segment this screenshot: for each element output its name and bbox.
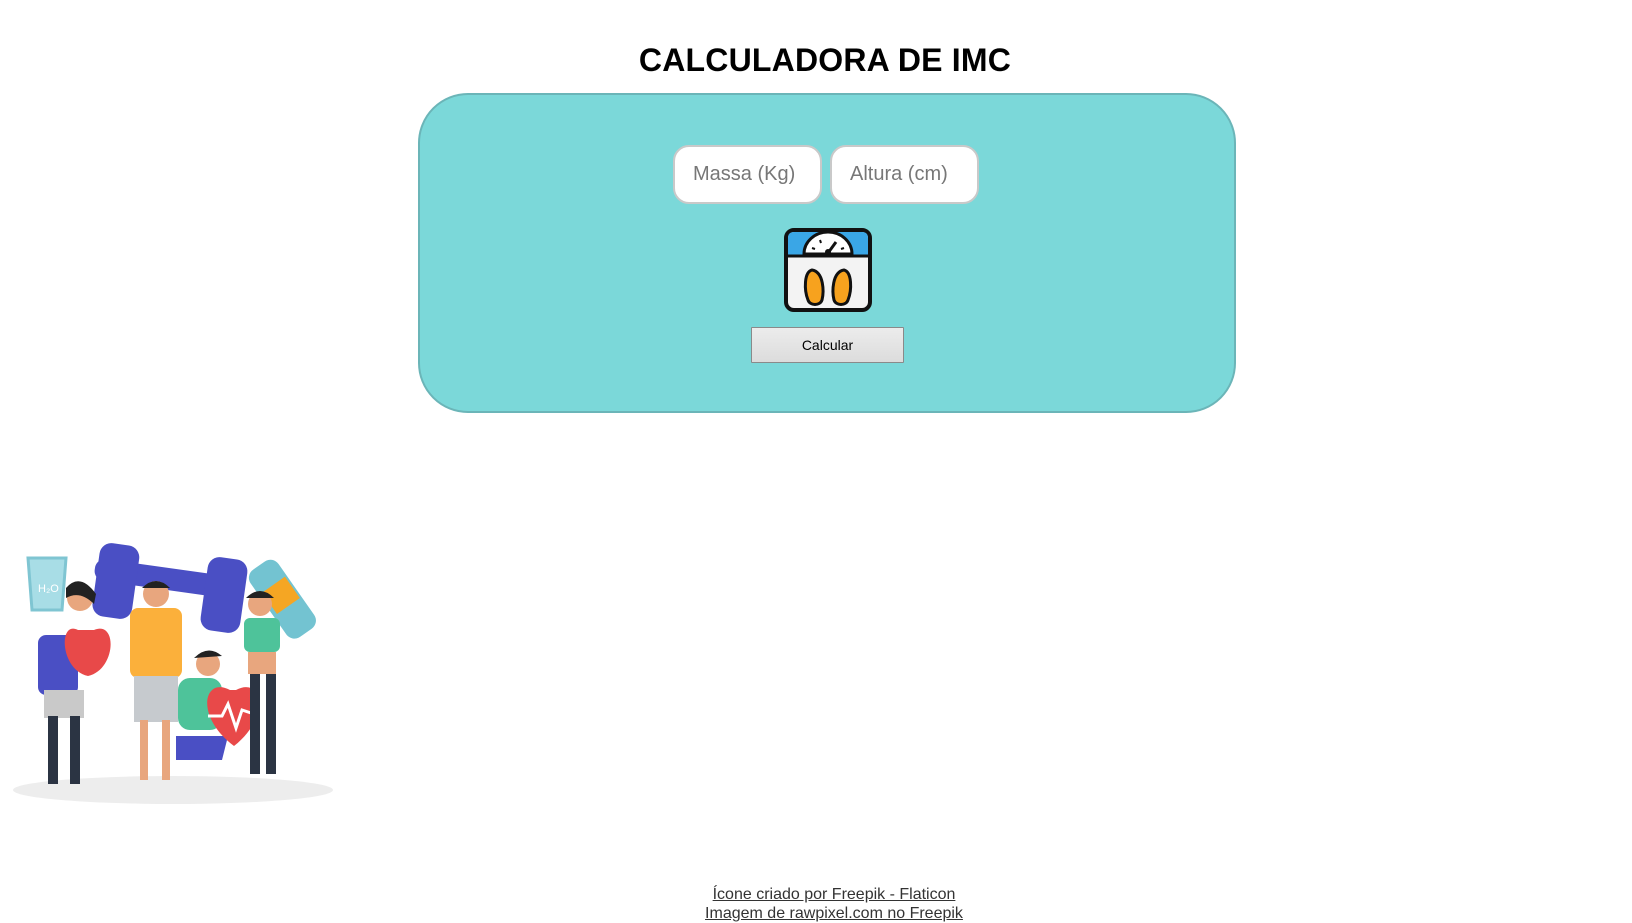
calculate-button[interactable]: Calcular — [751, 327, 904, 363]
page-title: CALCULADORA DE IMC — [638, 42, 1012, 78]
credits-footer: Ícone criado por Freepik - Flaticon Imag… — [0, 885, 1632, 923]
image-credit-link[interactable]: Imagem de rawpixel.com no Freepik — [705, 904, 963, 923]
fitness-people-illustration: H₂O — [13, 543, 333, 804]
icon-credit-link[interactable]: Ícone criado por Freepik - Flaticon — [713, 885, 956, 904]
mass-input[interactable] — [673, 145, 822, 204]
bathroom-scale-icon — [784, 228, 872, 312]
height-input[interactable] — [830, 145, 979, 204]
bottle-label: H₂O — [38, 583, 59, 595]
